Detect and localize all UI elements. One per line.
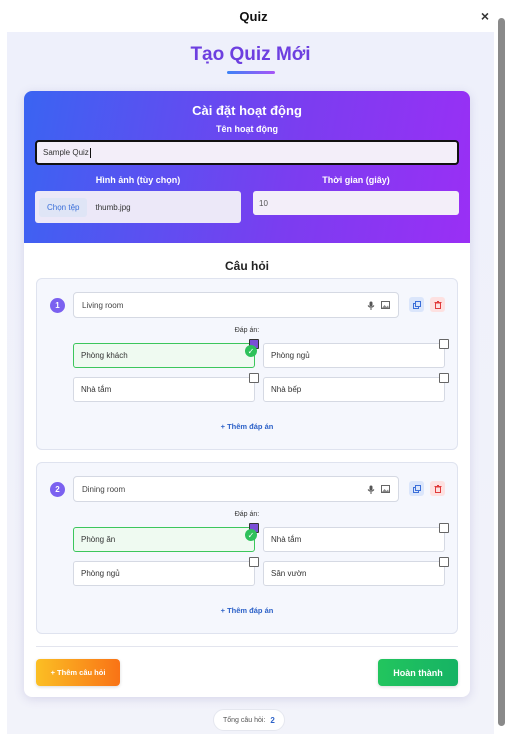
copy-question-button[interactable] xyxy=(409,297,424,312)
correct-checkbox[interactable] xyxy=(439,339,449,349)
check-icon: ✓ xyxy=(245,529,257,541)
settings-heading: Cài đặt hoạt động xyxy=(192,103,302,118)
answer-text: Nhà bếp xyxy=(271,385,302,394)
answer-option[interactable]: Phòng ăn xyxy=(73,527,255,552)
page-title: Tạo Quiz Mới xyxy=(190,44,311,65)
total-label: Tổng câu hỏi: xyxy=(223,716,266,724)
question-block: 2 Dining room Đáp án: Phòng ăn ✓ Nhà tắm… xyxy=(36,462,458,634)
scrollbar[interactable] xyxy=(498,18,505,726)
add-question-button[interactable]: + Thêm câu hỏi xyxy=(36,659,120,686)
microphone-icon[interactable] xyxy=(367,301,375,312)
answer-text: Phòng khách xyxy=(81,351,128,360)
trash-icon xyxy=(434,300,441,309)
questions-heading: Câu hỏi xyxy=(225,259,269,273)
text-cursor xyxy=(89,147,91,158)
finish-button[interactable]: Hoàn thành xyxy=(378,659,458,686)
divider xyxy=(36,646,458,647)
image-icon[interactable] xyxy=(381,301,390,312)
total-value: 2 xyxy=(270,715,275,725)
question-block: 1 Living room Đáp án: Phòng khách ✓ Phòn… xyxy=(36,278,458,450)
activity-name-label: Tên hoạt động xyxy=(216,124,278,134)
question-text: Living room xyxy=(82,300,124,310)
question-input[interactable]: Dining room xyxy=(73,476,399,502)
close-icon[interactable]: × xyxy=(481,8,489,24)
correct-checkbox[interactable] xyxy=(439,373,449,383)
quiz-card: Cài đặt hoạt động Tên hoạt động Sample Q… xyxy=(24,91,470,697)
delete-question-button[interactable] xyxy=(430,481,445,496)
quiz-window: Quiz × Tạo Quiz Mới Cài đặt hoạt động Tê… xyxy=(0,0,507,734)
image-label: Hình ảnh (tùy chọn) xyxy=(95,175,181,185)
correct-checkbox[interactable] xyxy=(249,373,259,383)
answer-text: Nhà tắm xyxy=(271,535,302,544)
window-title: Quiz xyxy=(239,8,268,24)
add-answer-button[interactable]: + Thêm đáp án xyxy=(37,422,457,431)
choose-file-button[interactable]: Chọn tệp xyxy=(39,197,88,217)
answer-option[interactable]: Phòng ngủ xyxy=(73,561,255,586)
title-bar: Quiz × xyxy=(0,0,507,32)
time-input[interactable]: 10 xyxy=(253,191,459,215)
check-icon: ✓ xyxy=(245,345,257,357)
answer-text: Phòng ăn xyxy=(81,535,116,544)
answers-label: Đáp án: xyxy=(234,327,260,334)
page-content: Tạo Quiz Mới Cài đặt hoạt động Tên hoạt … xyxy=(7,32,494,734)
answer-text: Phòng ngủ xyxy=(271,351,310,360)
answer-option[interactable]: Nhà tắm xyxy=(263,527,445,552)
question-number: 1 xyxy=(50,298,65,313)
question-text: Dining room xyxy=(82,484,126,494)
answer-option[interactable]: Phòng ngủ xyxy=(263,343,445,368)
copy-question-button[interactable] xyxy=(409,481,424,496)
title-underline xyxy=(226,71,275,74)
answer-option[interactable]: Phòng khách xyxy=(73,343,255,368)
copy-icon xyxy=(412,484,421,493)
delete-question-button[interactable] xyxy=(430,297,445,312)
trash-icon xyxy=(434,484,441,493)
correct-checkbox[interactable] xyxy=(439,557,449,567)
time-value: 10 xyxy=(259,198,268,208)
activity-settings: Cài đặt hoạt động Tên hoạt động Sample Q… xyxy=(24,91,470,243)
time-label: Thời gian (giây) xyxy=(322,175,390,185)
activity-name-input[interactable]: Sample Quiz xyxy=(35,140,459,165)
image-file-input[interactable]: Chọn tệp thumb.jpg xyxy=(35,191,241,223)
answer-option[interactable]: Nhà tắm xyxy=(73,377,255,402)
answer-text: Phòng ngủ xyxy=(81,569,120,578)
file-name: thumb.jpg xyxy=(95,202,131,212)
question-input[interactable]: Living room xyxy=(73,292,399,318)
answers-label: Đáp án: xyxy=(234,511,260,518)
add-answer-button[interactable]: + Thêm đáp án xyxy=(37,606,457,615)
question-number: 2 xyxy=(50,482,65,497)
answer-text: Nhà tắm xyxy=(81,385,112,394)
image-icon[interactable] xyxy=(381,485,390,496)
correct-checkbox[interactable] xyxy=(439,523,449,533)
answer-option[interactable]: Nhà bếp xyxy=(263,377,445,402)
activity-name-value: Sample Quiz xyxy=(43,148,89,157)
correct-checkbox[interactable] xyxy=(249,557,259,567)
total-questions-badge: Tổng câu hỏi: 2 xyxy=(213,709,285,731)
answer-option[interactable]: Sân vườn xyxy=(263,561,445,586)
microphone-icon[interactable] xyxy=(367,485,375,496)
answer-text: Sân vườn xyxy=(271,569,307,578)
copy-icon xyxy=(412,300,421,309)
